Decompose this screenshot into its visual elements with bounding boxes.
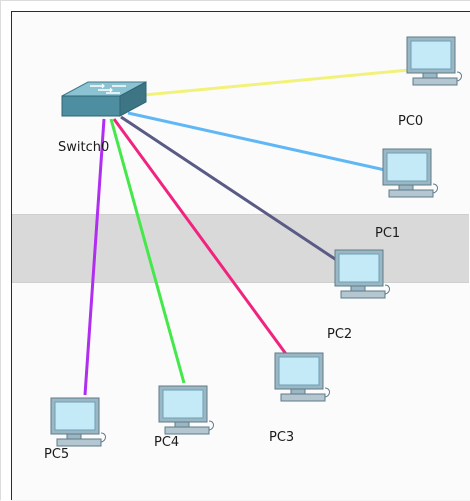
pc4-label: PC4 [154, 435, 180, 450]
pc5-label: PC5 [44, 447, 70, 462]
switch-icon [61, 81, 147, 117]
topology-workspace: Switch0 PC0 PC1 PC2 PC3 PC4 PC5 [0, 0, 470, 501]
pc2-label: PC2 [327, 327, 353, 342]
link-switch-pc0[interactable] [143, 68, 410, 97]
pc3-label: PC3 [269, 430, 295, 445]
pc1-label: PC1 [375, 226, 401, 241]
pc2-device[interactable]: PC2 [327, 249, 393, 342]
link-switch-pc4[interactable] [109, 118, 186, 384]
pc-icon [50, 397, 106, 447]
pc0-device[interactable]: PC0 [398, 36, 465, 129]
pc-icon [274, 352, 330, 402]
switch0-device[interactable]: Switch0 [58, 74, 150, 155]
pc1-device[interactable]: PC1 [375, 148, 441, 241]
link-switch-pc3[interactable] [112, 118, 288, 355]
switch0-label: Switch0 [58, 140, 110, 155]
pc4-device[interactable]: PC4 [154, 385, 217, 450]
pc5-device[interactable]: PC5 [44, 397, 109, 462]
link-switch-pc2[interactable] [120, 115, 339, 263]
link-switch-pc1[interactable] [127, 111, 386, 172]
pc-icon [406, 36, 462, 86]
pc-icon [334, 249, 390, 299]
pc3-device[interactable]: PC3 [269, 352, 333, 445]
pc-icon [382, 148, 438, 198]
link-switch-pc5[interactable] [83, 118, 106, 396]
pc0-label: PC0 [398, 114, 424, 129]
pc-icon [158, 385, 214, 435]
